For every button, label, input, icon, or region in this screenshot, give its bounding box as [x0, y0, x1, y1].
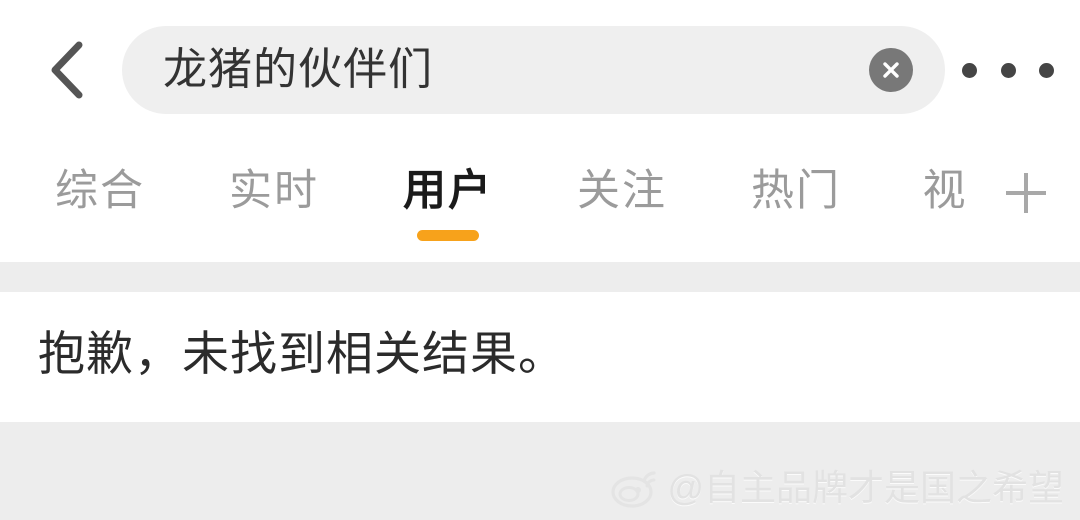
- plus-icon: [1003, 170, 1049, 216]
- tab-label: 综合: [55, 167, 145, 215]
- back-button[interactable]: [30, 30, 104, 110]
- watermark-handle: @自主品牌才是国之希望: [667, 467, 1064, 508]
- search-input-value: 龙猪的伙伴们: [163, 45, 433, 94]
- tab-label: 用户: [403, 167, 493, 215]
- more-dot-2-icon: [1000, 62, 1016, 78]
- tab-realtime[interactable]: 实时: [204, 140, 344, 262]
- tab-underline-active: [417, 230, 479, 241]
- section-separator-top: [0, 262, 1080, 292]
- search-input[interactable]: 龙猪的伙伴们: [122, 26, 945, 114]
- search-tabs: 综合 实时 用户 关注 热门 视: [0, 140, 1080, 262]
- more-options-button[interactable]: [958, 45, 1058, 95]
- tab-users[interactable]: 用户: [378, 140, 518, 262]
- search-results-area: 抱歉，未找到相关结果。: [0, 292, 1080, 422]
- tab-label: 关注: [577, 167, 667, 215]
- tab-label: 实时: [229, 167, 319, 215]
- tab-hot[interactable]: 热门: [726, 140, 866, 262]
- clear-search-button[interactable]: [869, 48, 913, 92]
- tab-following[interactable]: 关注: [552, 140, 692, 262]
- tab-video[interactable]: 视: [900, 140, 990, 262]
- tab-label: 视: [922, 167, 968, 215]
- weibo-eye-icon: [611, 467, 661, 509]
- more-dot-1-icon: [962, 62, 977, 78]
- more-dot-3-icon: [1039, 62, 1054, 78]
- tab-label: 热门: [751, 167, 841, 215]
- watermark: @自主品牌才是国之希望: [611, 464, 1064, 512]
- close-icon: [880, 59, 902, 81]
- chevron-left-icon: [45, 39, 89, 101]
- app-screen: 龙猪的伙伴们 综合 实时 用户 关注 热门 视 抱歉，未找到相关结果。 @自主品…: [0, 0, 1080, 520]
- top-search-bar: 龙猪的伙伴们: [0, 0, 1080, 140]
- empty-state-message: 抱歉，未找到相关结果。: [38, 327, 566, 380]
- add-tab-button[interactable]: [998, 140, 1054, 262]
- tab-comprehensive[interactable]: 综合: [30, 140, 170, 262]
